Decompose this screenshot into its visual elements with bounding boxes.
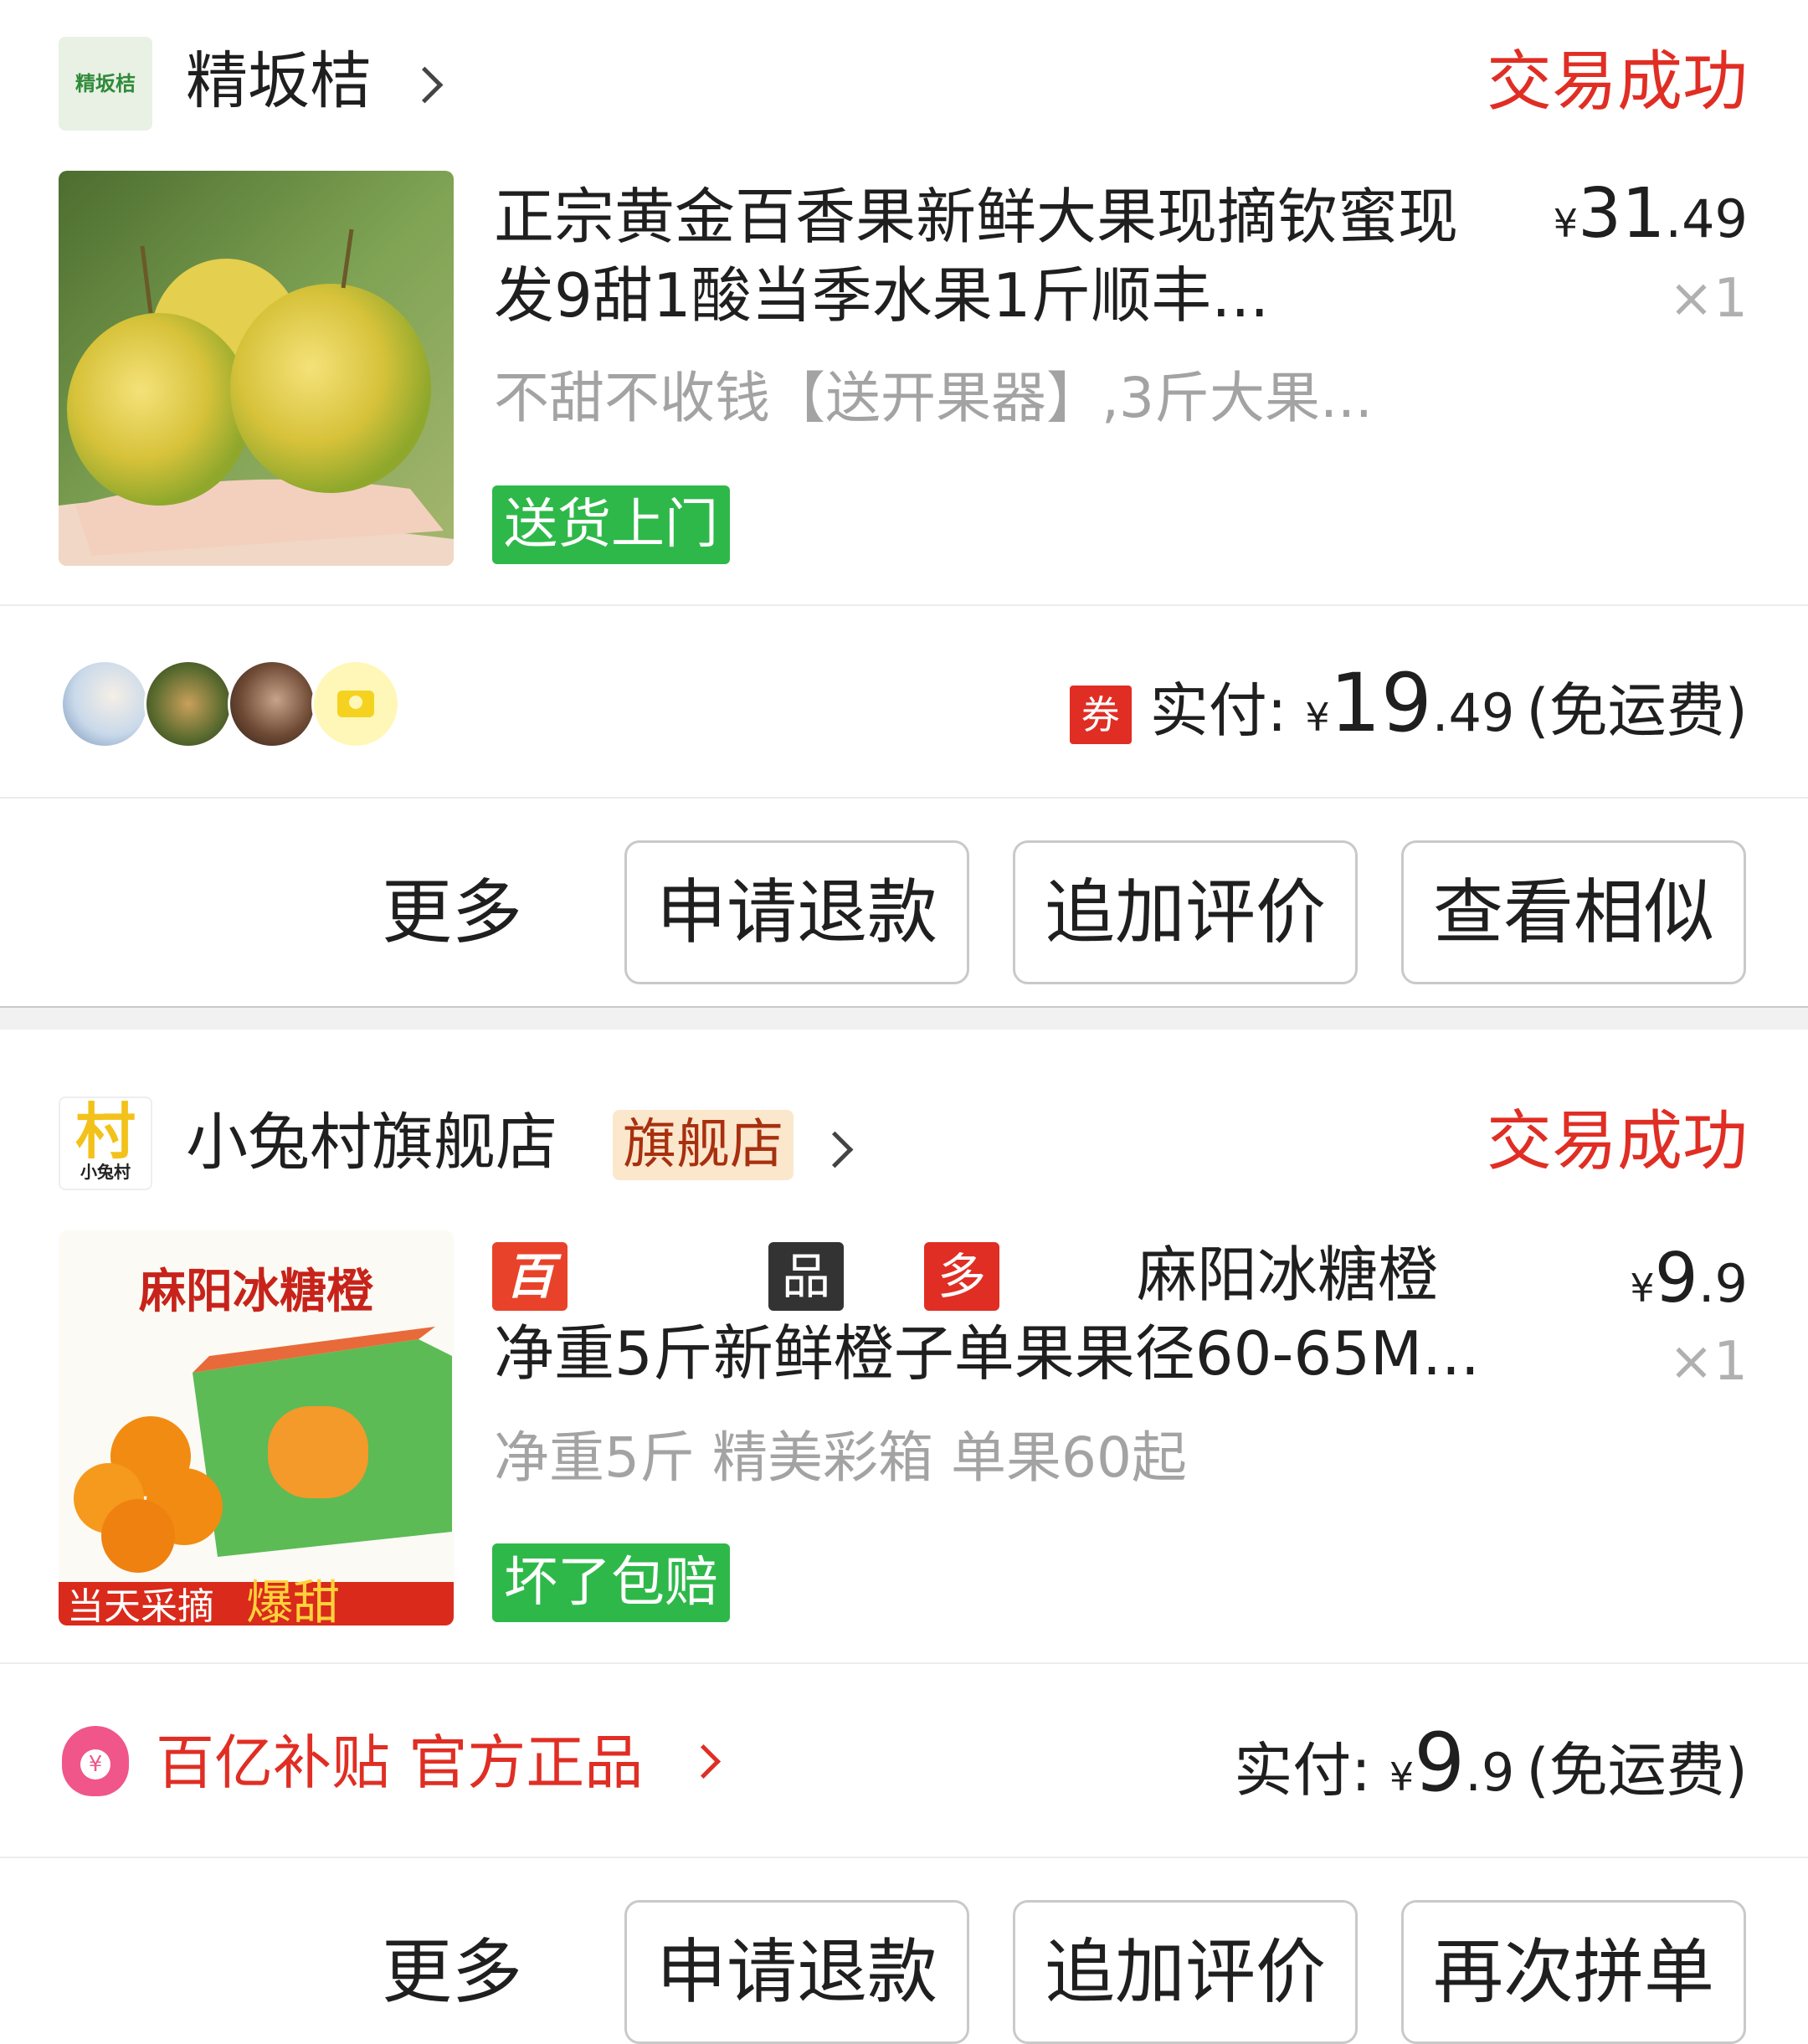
divider xyxy=(0,1662,1808,1664)
add-review-button[interactable]: 追加评价 xyxy=(1013,1900,1358,2044)
paid-amount: 券实付: ¥19.49 (免运费) xyxy=(1069,661,1748,759)
order-card-1: 精坂桔 精坂桔 交易成功 正宗黄金百香果新鲜大果现摘钦蜜现发9甜1酸当季水果1斤… xyxy=(0,0,1808,1008)
chevron-right-icon xyxy=(686,1744,722,1780)
divider xyxy=(0,1857,1808,1858)
product-price: ¥9.9 xyxy=(1630,1239,1748,1318)
divider xyxy=(0,604,1808,606)
product-spec: 净重5斤 精美彩箱 单果60起 xyxy=(494,1425,1187,1490)
reorder-button[interactable]: 再次拼单 xyxy=(1401,1900,1746,2044)
order-status: 交易成功 xyxy=(1486,44,1748,120)
product-image[interactable]: 麻阳冰糖橙 当天采摘 爆甜 xyxy=(59,1230,454,1625)
order-separator xyxy=(0,1008,1808,1030)
more-button[interactable]: 更多 xyxy=(382,1900,522,2044)
product-title[interactable]: 麻阳冰糖橙净重5斤新鲜橙子单果果径60-65M... xyxy=(494,1235,1482,1394)
product-quantity: ×1 xyxy=(1668,1331,1748,1393)
order-card-2: 村 小兔村 小兔村旗舰店 旗舰店 交易成功 麻阳冰糖橙 当天采摘 爆甜 百亿补贴… xyxy=(0,1030,1808,2044)
product-title[interactable]: 正宗黄金百香果新鲜大果现摘钦蜜现发9甜1酸当季水果1斤顺丰... xyxy=(494,177,1490,336)
refund-button[interactable]: 申请退款 xyxy=(624,840,969,984)
shop-name[interactable]: 精坂桔 xyxy=(186,44,372,119)
more-button[interactable]: 更多 xyxy=(382,840,522,984)
passion-fruit-image xyxy=(59,171,454,566)
product-image[interactable] xyxy=(59,171,454,566)
buyer-avatars[interactable] xyxy=(60,656,412,748)
shop-logo[interactable]: 村 小兔村 xyxy=(59,1096,152,1190)
avatar xyxy=(228,660,316,748)
product-price: ¥31.49 xyxy=(1553,174,1748,254)
product-spec: 不甜不收钱【送开果器】,3斤大果... xyxy=(494,366,1373,430)
product-quantity: ×1 xyxy=(1668,268,1748,330)
add-review-button[interactable]: 追加评价 xyxy=(1013,840,1358,984)
avatar xyxy=(60,660,149,748)
flagship-badge: 旗舰店 xyxy=(613,1110,794,1180)
chevron-right-icon[interactable] xyxy=(406,66,444,104)
money-bag-icon: ¥ xyxy=(62,1726,129,1796)
thumb-footer: 当天采摘 爆甜 xyxy=(67,1576,340,1626)
thumb-title: 麻阳冰糖橙 xyxy=(139,1264,373,1319)
avatar xyxy=(144,660,233,748)
shop-name[interactable]: 小兔村旗舰店 xyxy=(186,1105,557,1180)
refund-button[interactable]: 申请退款 xyxy=(624,1900,969,2044)
camera-icon xyxy=(311,660,400,748)
divider xyxy=(0,797,1808,799)
view-similar-button[interactable]: 查看相似 xyxy=(1401,840,1746,984)
service-tag: 送货上门 xyxy=(492,485,730,564)
coupon-icon: 券 xyxy=(1069,685,1132,744)
service-tag: 坏了包赔 xyxy=(492,1543,730,1622)
chevron-right-icon[interactable] xyxy=(816,1131,854,1168)
order-status: 交易成功 xyxy=(1486,1104,1748,1179)
shop-logo[interactable]: 精坂桔 xyxy=(59,37,152,131)
paid-amount: 实付: ¥9.9 (免运费) xyxy=(1234,1716,1748,1810)
